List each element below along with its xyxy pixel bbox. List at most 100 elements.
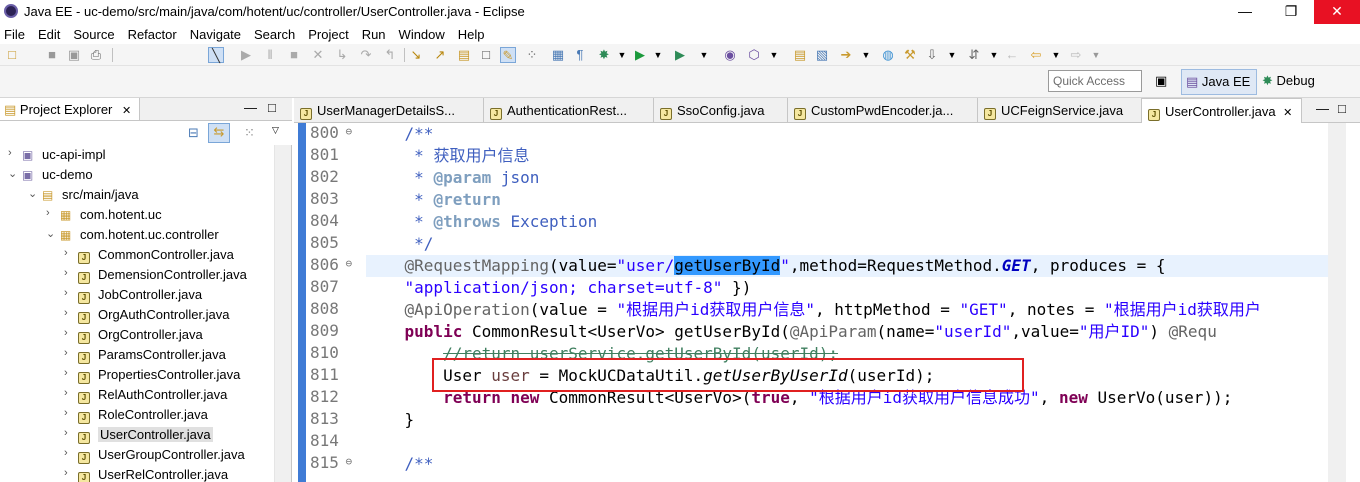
collapsed-arrow-icon[interactable]: › [64, 387, 74, 399]
tree-item[interactable]: › J RoleController.java [0, 405, 292, 425]
open-task-icon[interactable]: ↗ [432, 47, 448, 63]
menu-refactor[interactable]: Refactor [128, 27, 177, 42]
tab-ucfeignservice[interactable]: J UCFeignService.java [978, 98, 1142, 123]
menu-file[interactable]: File [4, 27, 25, 42]
open-perspective-icon[interactable]: ➔ [838, 47, 854, 63]
forward-icon[interactable]: ⇨ [1068, 47, 1084, 63]
tab-custompwdencoder[interactable]: J CustomPwdEncoder.ja... [788, 98, 978, 123]
collapsed-arrow-icon[interactable]: › [64, 447, 74, 459]
close-icon[interactable]: ✕ [1314, 0, 1360, 24]
editor-scrollbar[interactable] [1328, 123, 1346, 482]
print-icon[interactable]: ⎙ [88, 47, 104, 63]
collapse-all-icon[interactable]: ⊟ [188, 125, 204, 141]
new-server-icon[interactable]: ⬡ [746, 47, 762, 63]
link-with-editor-icon[interactable]: ⇆ [208, 123, 230, 143]
menu-search[interactable]: Search [254, 27, 295, 42]
new-icon[interactable]: □ [4, 47, 20, 63]
open-perspective-icon[interactable]: ▣ [1155, 73, 1171, 89]
tree-item[interactable]: › J PropertiesController.java [0, 365, 292, 385]
open-type-icon[interactable]: ↘ [408, 47, 424, 63]
show-whitespace-icon[interactable]: □ [478, 47, 494, 63]
perspective-java-ee[interactable]: ▤ Java EE [1181, 69, 1257, 95]
tree-item[interactable]: › J UserGroupController.java [0, 445, 292, 465]
toggle-block-icon[interactable]: ⁘ [524, 47, 540, 63]
tree-item[interactable]: ⌄ ▣ uc-demo [0, 165, 292, 185]
skip-breakpoints-icon[interactable]: ╲ [208, 47, 224, 63]
search-icon[interactable]: ⚒ [902, 47, 918, 63]
menu-source[interactable]: Source [73, 27, 114, 42]
expanded-arrow-icon[interactable]: ⌄ [8, 167, 18, 180]
code-area[interactable]: /** * 获取用户信息 * @param json * @return * @… [366, 123, 1328, 482]
resume-icon[interactable]: ▶ [238, 47, 254, 63]
terminate-icon[interactable]: ■ [286, 47, 302, 63]
back-dropdown-icon[interactable]: ▼ [1048, 47, 1064, 63]
step-return-icon[interactable]: ↰ [382, 47, 398, 63]
tab-usermanagerdetails[interactable]: J UserManagerDetailsS... [294, 98, 484, 123]
disconnect-icon[interactable]: ✕ [310, 47, 326, 63]
tab-project-explorer[interactable]: ▤ Project Explorer ✕ [0, 98, 140, 120]
view-menu-icon[interactable]: ▽ [272, 125, 279, 136]
tree-item[interactable]: › J UserController.java [0, 425, 292, 445]
collapsed-arrow-icon[interactable]: › [8, 147, 18, 159]
tree-item[interactable]: › J OrgController.java [0, 325, 292, 345]
back-icon[interactable]: ⇦ [1028, 47, 1044, 63]
tree-item[interactable]: › J RelAuthController.java [0, 385, 292, 405]
collapsed-arrow-icon[interactable]: › [46, 207, 56, 219]
tree-item[interactable]: ⌄ ▦ com.hotent.uc.controller [0, 225, 292, 245]
word-wrap-icon[interactable]: ▦ [550, 47, 566, 63]
annotation-nav-icon[interactable]: ⇩ [924, 47, 940, 63]
code-editor[interactable]: 800 ⊖ 801 802 803 804 805 806 ⊖ 807 808 809 810 811… [294, 123, 1360, 482]
tab-usercontroller[interactable]: J UserController.java ✕ [1142, 98, 1302, 123]
perspective-debug[interactable]: ✸ Debug [1262, 73, 1315, 89]
filters-icon[interactable]: ⁙ [244, 125, 255, 141]
debug-dropdown-icon[interactable]: ▼ [614, 47, 630, 63]
open-perspective-dropdown-icon[interactable]: ▼ [858, 47, 874, 63]
collapsed-arrow-icon[interactable]: › [64, 467, 74, 479]
collapsed-arrow-icon[interactable]: › [64, 247, 74, 259]
tree-item[interactable]: › ▣ uc-api-impl [0, 145, 292, 165]
suspend-icon[interactable]: ‖ [262, 47, 278, 63]
collapsed-arrow-icon[interactable]: › [64, 307, 74, 319]
debug-icon[interactable]: ✸ [596, 47, 612, 63]
new-class-icon[interactable]: ▧ [814, 47, 830, 63]
run-dropdown-icon[interactable]: ▼ [650, 47, 666, 63]
menu-navigate[interactable]: Navigate [190, 27, 241, 42]
fold-icon[interactable]: ⊖ [339, 455, 353, 468]
external-tools-icon[interactable]: ▶ [672, 47, 688, 63]
tree-scrollbar[interactable] [274, 145, 291, 482]
new-package-icon[interactable]: ▤ [792, 47, 808, 63]
maximize-icon[interactable]: ❐ [1268, 0, 1314, 24]
collapsed-arrow-icon[interactable]: › [64, 287, 74, 299]
collapsed-arrow-icon[interactable]: › [64, 267, 74, 279]
collapsed-arrow-icon[interactable]: › [64, 367, 74, 379]
menu-run[interactable]: Run [362, 27, 386, 42]
new-server-dropdown-icon[interactable]: ▼ [766, 47, 782, 63]
minimize-editor-icon[interactable]: ― [1316, 101, 1329, 116]
forward-dropdown-icon[interactable]: ▼ [1088, 47, 1104, 63]
menu-window[interactable]: Window [399, 27, 445, 42]
menu-project[interactable]: Project [308, 27, 348, 42]
maximize-editor-icon[interactable]: □ [1338, 101, 1346, 116]
save-all-icon[interactable]: ▣ [66, 47, 82, 63]
collapsed-arrow-icon[interactable]: › [64, 407, 74, 419]
tree-item[interactable]: › J JobController.java [0, 285, 292, 305]
step-over-icon[interactable]: ↷ [358, 47, 374, 63]
mark-occurrences-icon[interactable]: ✎ [500, 47, 516, 63]
last-edit-icon[interactable]: ← [1004, 47, 1020, 63]
menu-help[interactable]: Help [458, 27, 485, 42]
fold-icon[interactable]: ⊖ [339, 257, 353, 270]
open-resource-icon[interactable]: ▤ [456, 47, 472, 63]
save-icon[interactable]: ■ [44, 47, 60, 63]
quick-access-input[interactable]: Quick Access [1048, 70, 1142, 92]
tree-item[interactable]: ⌄ ▤ src/main/java [0, 185, 292, 205]
fold-icon[interactable]: ⊖ [339, 125, 353, 138]
tree-item[interactable]: › ▦ com.hotent.uc [0, 205, 292, 225]
tree-item[interactable]: › J UserRelController.java [0, 465, 292, 482]
minimize-view-icon[interactable]: ― [244, 100, 257, 115]
menu-edit[interactable]: Edit [38, 27, 60, 42]
collapsed-arrow-icon[interactable]: › [64, 327, 74, 339]
maximize-view-icon[interactable]: □ [268, 100, 276, 115]
collapsed-arrow-icon[interactable]: › [64, 347, 74, 359]
expanded-arrow-icon[interactable]: ⌄ [28, 187, 38, 200]
next-annotation-icon[interactable]: ⇵ [966, 47, 982, 63]
